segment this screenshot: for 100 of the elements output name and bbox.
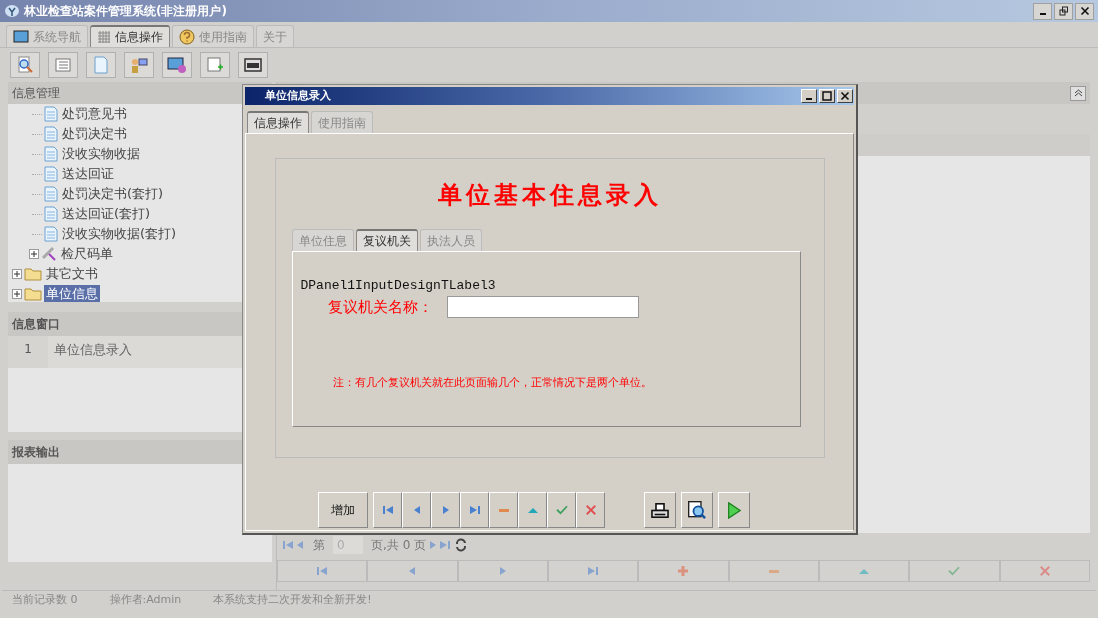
plus-icon: [678, 566, 689, 576]
tree-item[interactable]: 送达回证(套打): [60, 205, 153, 223]
up-triangle-icon: [859, 568, 870, 574]
magnifier-document-icon: [16, 56, 34, 74]
add-button[interactable]: 增加: [318, 492, 368, 528]
tree-item[interactable]: 没收实物收据: [60, 145, 142, 163]
nav-button[interactable]: [576, 492, 605, 528]
close-button[interactable]: [1075, 2, 1094, 20]
play-icon: [727, 501, 741, 519]
previous-icon: [297, 541, 303, 549]
close-icon: [1079, 6, 1090, 16]
page-label: 第: [313, 537, 325, 554]
minimize-icon: [1039, 13, 1046, 15]
close-icon: [585, 505, 596, 515]
dialog-title: 单位信息录入: [265, 87, 331, 104]
form-heading: 单位基本住息录入: [436, 179, 663, 211]
minus-icon: [497, 508, 510, 512]
collapse-button[interactable]: [1070, 85, 1086, 101]
first-icon: [382, 506, 393, 514]
nav-button[interactable]: [431, 492, 460, 528]
expander-icon[interactable]: [12, 289, 22, 299]
document-icon: [44, 166, 58, 182]
nav-button[interactable]: [547, 492, 576, 528]
help-icon: [179, 28, 195, 45]
minimize-icon: [806, 98, 812, 100]
tab[interactable]: 信息操作: [247, 111, 309, 133]
last-icon: [440, 541, 451, 549]
expander-icon[interactable]: [12, 269, 22, 279]
close-icon: [1039, 566, 1050, 576]
tab[interactable]: 信息操作: [90, 25, 170, 47]
double-chevron-up-icon: [1073, 88, 1083, 98]
panel-title: 信息窗口: [12, 316, 60, 333]
status-text: 当前记录数 0: [12, 592, 78, 609]
tree-item[interactable]: 单位信息: [44, 285, 100, 302]
nav-button[interactable]: [373, 492, 402, 528]
last-icon: [469, 506, 480, 514]
panel-title: 报表输出: [12, 444, 60, 461]
status-text: 本系统支持二次开发和全新开发!: [213, 592, 372, 609]
document-icon: [44, 186, 58, 202]
field-label: 复议机关名称：: [327, 297, 433, 318]
tree-item[interactable]: 处罚决定书(套打): [60, 185, 166, 203]
tree-item[interactable]: 没收实物收据(套打): [60, 225, 179, 243]
person-screen-icon: [130, 56, 148, 74]
maximize-icon: [822, 91, 832, 101]
document-icon: [44, 106, 58, 122]
folder-icon: [24, 267, 42, 281]
document-icon: [44, 206, 58, 222]
restore-button[interactable]: [1054, 2, 1073, 20]
page-total: 页,共 0 页: [371, 537, 427, 554]
window-title: 林业检查站案件管理系统(非注册用户): [24, 3, 227, 20]
restore-icon: [1058, 6, 1069, 16]
next-icon: [442, 506, 449, 514]
printer-icon: [651, 502, 669, 518]
first-icon: [317, 567, 328, 575]
monitor-icon: [167, 56, 187, 74]
list-item[interactable]: 单位信息录入: [48, 336, 132, 368]
last-icon: [588, 567, 599, 575]
minus-icon: [767, 569, 780, 573]
tree-item[interactable]: 处罚决定书: [60, 125, 129, 143]
next-icon: [430, 541, 437, 549]
minimize-button[interactable]: [1033, 2, 1052, 20]
tab[interactable]: 复议机关: [355, 229, 418, 251]
nav-button[interactable]: [489, 492, 518, 528]
previous-icon: [409, 567, 416, 575]
up-triangle-icon: [527, 507, 538, 513]
row-number: 1: [8, 336, 48, 368]
app-logo-icon: [4, 4, 20, 18]
status-text: 操作者:Admin: [109, 592, 182, 609]
maximize-button[interactable]: [819, 89, 835, 103]
nav-button[interactable]: [460, 492, 489, 528]
window-icon: [243, 56, 263, 74]
close-icon: [840, 91, 850, 101]
document-icon: [44, 126, 58, 142]
document-icon: [92, 56, 110, 74]
note-text: 注：有几个复议机关就在此页面输几个，正常情况下是两个单位。: [331, 374, 653, 391]
folder-icon: [24, 287, 42, 301]
document-icon: [44, 146, 58, 162]
input-field[interactable]: [446, 296, 639, 319]
tree-item[interactable]: 处罚意见书: [60, 105, 129, 123]
toolbar-button[interactable]: [238, 52, 268, 78]
window-add-icon: [206, 56, 224, 74]
tree-item[interactable]: 其它文书: [44, 265, 100, 283]
monitor-icon: [13, 29, 29, 44]
check-icon: [555, 505, 568, 515]
tree-item[interactable]: 送达回证: [60, 165, 116, 183]
previous-icon: [413, 506, 420, 514]
design-label: DPanel1InputDesignTLabel3: [300, 278, 497, 294]
next-icon: [499, 567, 506, 575]
list-icon: [54, 56, 72, 74]
tree-item[interactable]: 检尺码单: [59, 245, 115, 263]
check-icon: [948, 566, 961, 576]
refresh-icon[interactable]: [454, 538, 469, 552]
panel-title: 信息管理: [12, 85, 60, 102]
magnifier-icon: [688, 501, 706, 519]
expander-icon[interactable]: [29, 249, 39, 259]
first-icon: [283, 541, 293, 549]
nav-button[interactable]: [402, 492, 431, 528]
nav-button[interactable]: [518, 492, 547, 528]
document-icon: [44, 226, 58, 242]
grid-icon: [97, 30, 111, 44]
